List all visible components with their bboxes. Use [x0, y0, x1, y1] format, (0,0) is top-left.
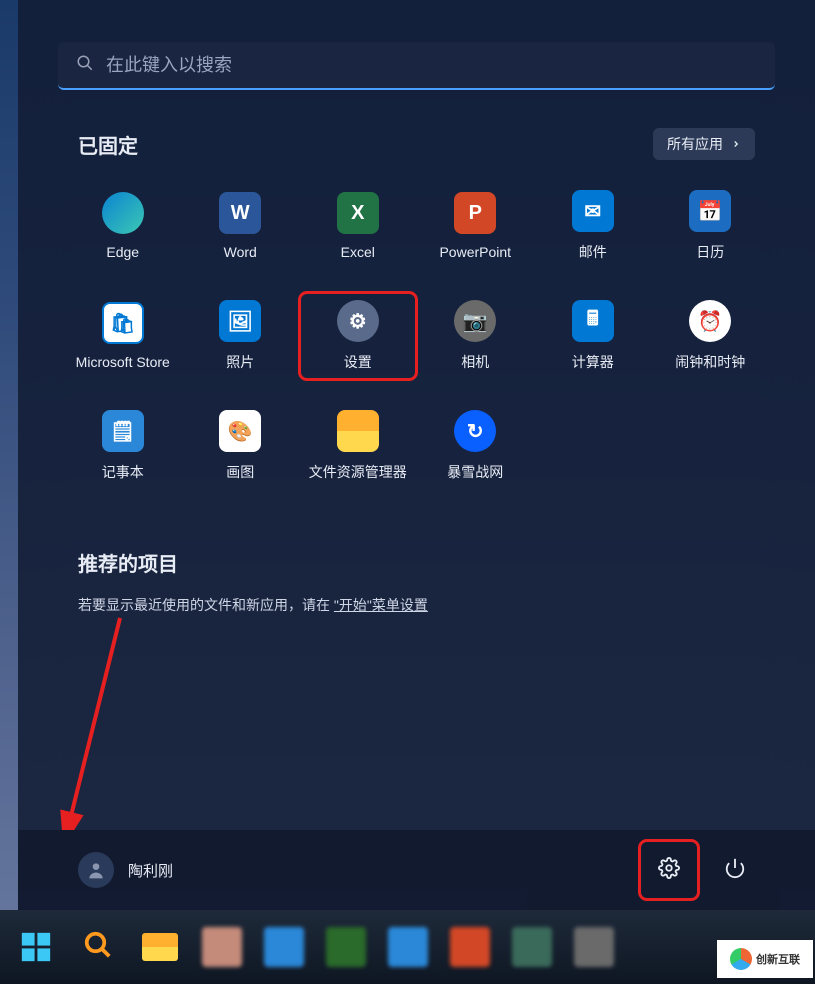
watermark: 创新互联: [717, 940, 813, 978]
taskbar-app-3[interactable]: [322, 923, 370, 971]
app-label: PowerPoint: [439, 244, 511, 260]
blurred-icon: [264, 927, 304, 967]
power-button[interactable]: [715, 850, 755, 890]
app-microsoft-store[interactable]: 🛍 Microsoft Store: [66, 294, 180, 378]
pinned-title: 已固定: [78, 130, 138, 159]
username-label: 陶利刚: [128, 860, 173, 881]
folder-icon: [142, 933, 178, 961]
taskbar-app-5[interactable]: [446, 923, 494, 971]
blurred-icon: [388, 927, 428, 967]
blurred-icon: [450, 927, 490, 967]
app-calendar[interactable]: 📅 日历: [654, 184, 768, 268]
blurred-icon: [326, 927, 366, 967]
blurred-icon: [574, 927, 614, 967]
app-label: 文件资源管理器: [309, 462, 407, 482]
pinned-apps-grid: Edge W Word X Excel P PowerPoint ✉ 邮件 📅 日历 🛍 Microso…: [66, 184, 767, 488]
all-apps-label: 所有应用: [667, 134, 723, 154]
start-menu-footer: 陶利刚: [18, 830, 815, 910]
app-label: 画图: [226, 462, 254, 482]
recommended-title: 推荐的项目: [78, 548, 755, 577]
app-label: 闹钟和时钟: [675, 352, 745, 372]
app-settings[interactable]: ⚙ 设置: [301, 294, 415, 378]
search-icon: [76, 54, 94, 77]
taskbar-app-2[interactable]: [260, 923, 308, 971]
app-calendar-icon: 📅: [689, 190, 731, 232]
user-account-button[interactable]: 陶利刚: [78, 852, 173, 888]
taskbar-search-button[interactable]: [74, 923, 122, 971]
power-icon: [724, 857, 746, 884]
app-mail-icon: ✉: [572, 190, 614, 232]
search-input[interactable]: [106, 55, 757, 76]
taskbar-start-button[interactable]: [12, 923, 60, 971]
taskbar-file-explorer-button[interactable]: [136, 923, 184, 971]
app-label: 设置: [344, 352, 372, 372]
pinned-header: 已固定 所有应用: [78, 128, 755, 160]
app-powerpoint-icon: P: [454, 192, 496, 234]
watermark-text: 创新互联: [756, 951, 800, 967]
app-calculator-icon: 🖩: [572, 300, 614, 342]
app-photos[interactable]: 🖼 照片: [184, 294, 298, 378]
app-alarms-clock[interactable]: ⏰ 闹钟和时钟: [654, 294, 768, 378]
app-microsoft-store-icon: 🛍: [102, 302, 144, 344]
app-word[interactable]: W Word: [184, 184, 298, 268]
app-powerpoint[interactable]: P PowerPoint: [419, 184, 533, 268]
app-excel-icon: X: [337, 192, 379, 234]
app-label: 照片: [226, 352, 254, 372]
gear-icon: [658, 857, 680, 884]
app-edge[interactable]: Edge: [66, 184, 180, 268]
app-photos-icon: 🖼: [219, 300, 261, 342]
blurred-icon: [512, 927, 552, 967]
search-bar[interactable]: [58, 42, 775, 90]
chevron-right-icon: [731, 136, 741, 152]
taskbar-app-7[interactable]: [570, 923, 618, 971]
start-menu-settings-link[interactable]: "开始"菜单设置: [334, 597, 428, 613]
blurred-icon: [202, 927, 242, 967]
app-file-explorer[interactable]: 文件资源管理器: [301, 404, 415, 488]
taskbar: [0, 910, 815, 984]
app-notepad[interactable]: 🗒 记事本: [66, 404, 180, 488]
all-apps-button[interactable]: 所有应用: [653, 128, 755, 160]
app-battlenet[interactable]: ↻ 暴雪战网: [419, 404, 533, 488]
footer-right: [641, 842, 755, 898]
app-label: 邮件: [579, 242, 607, 262]
app-notepad-icon: 🗒: [102, 410, 144, 452]
app-label: Excel: [341, 244, 375, 260]
app-paint[interactable]: 🎨 画图: [184, 404, 298, 488]
app-calculator[interactable]: 🖩 计算器: [536, 294, 650, 378]
app-paint-icon: 🎨: [219, 410, 261, 452]
app-edge-icon: [102, 192, 144, 234]
app-file-explorer-icon: [337, 410, 379, 452]
app-label: 暴雪战网: [447, 462, 503, 482]
app-camera-icon: 📷: [454, 300, 496, 342]
app-label: Edge: [106, 244, 139, 260]
app-settings-icon: ⚙: [337, 300, 379, 342]
app-label: 相机: [461, 352, 489, 372]
app-label: Microsoft Store: [76, 354, 170, 370]
app-mail[interactable]: ✉ 邮件: [536, 184, 650, 268]
app-word-icon: W: [219, 192, 261, 234]
recommended-section: 推荐的项目 若要显示最近使用的文件和新应用，请在 "开始"菜单设置: [78, 548, 755, 615]
annotation-arrow: [58, 610, 138, 830]
app-label: 计算器: [572, 352, 614, 372]
settings-button[interactable]: [641, 842, 697, 898]
taskbar-app-6[interactable]: [508, 923, 556, 971]
taskbar-app-4[interactable]: [384, 923, 432, 971]
app-alarms-clock-icon: ⏰: [689, 300, 731, 342]
recommended-hint: 若要显示最近使用的文件和新应用，请在 "开始"菜单设置: [78, 595, 755, 615]
avatar: [78, 852, 114, 888]
app-label: Word: [224, 244, 257, 260]
app-label: 记事本: [102, 462, 144, 482]
app-excel[interactable]: X Excel: [301, 184, 415, 268]
app-camera[interactable]: 📷 相机: [419, 294, 533, 378]
start-menu-panel: 已固定 所有应用 Edge W Word X Excel P PowerPoint ✉ 邮件 📅 日…: [18, 0, 815, 910]
app-battlenet-icon: ↻: [454, 410, 496, 452]
search-icon: [83, 930, 113, 965]
recommended-hint-text: 若要显示最近使用的文件和新应用，请在: [78, 597, 334, 613]
app-label: 日历: [696, 242, 724, 262]
taskbar-app-1[interactable]: [198, 923, 246, 971]
